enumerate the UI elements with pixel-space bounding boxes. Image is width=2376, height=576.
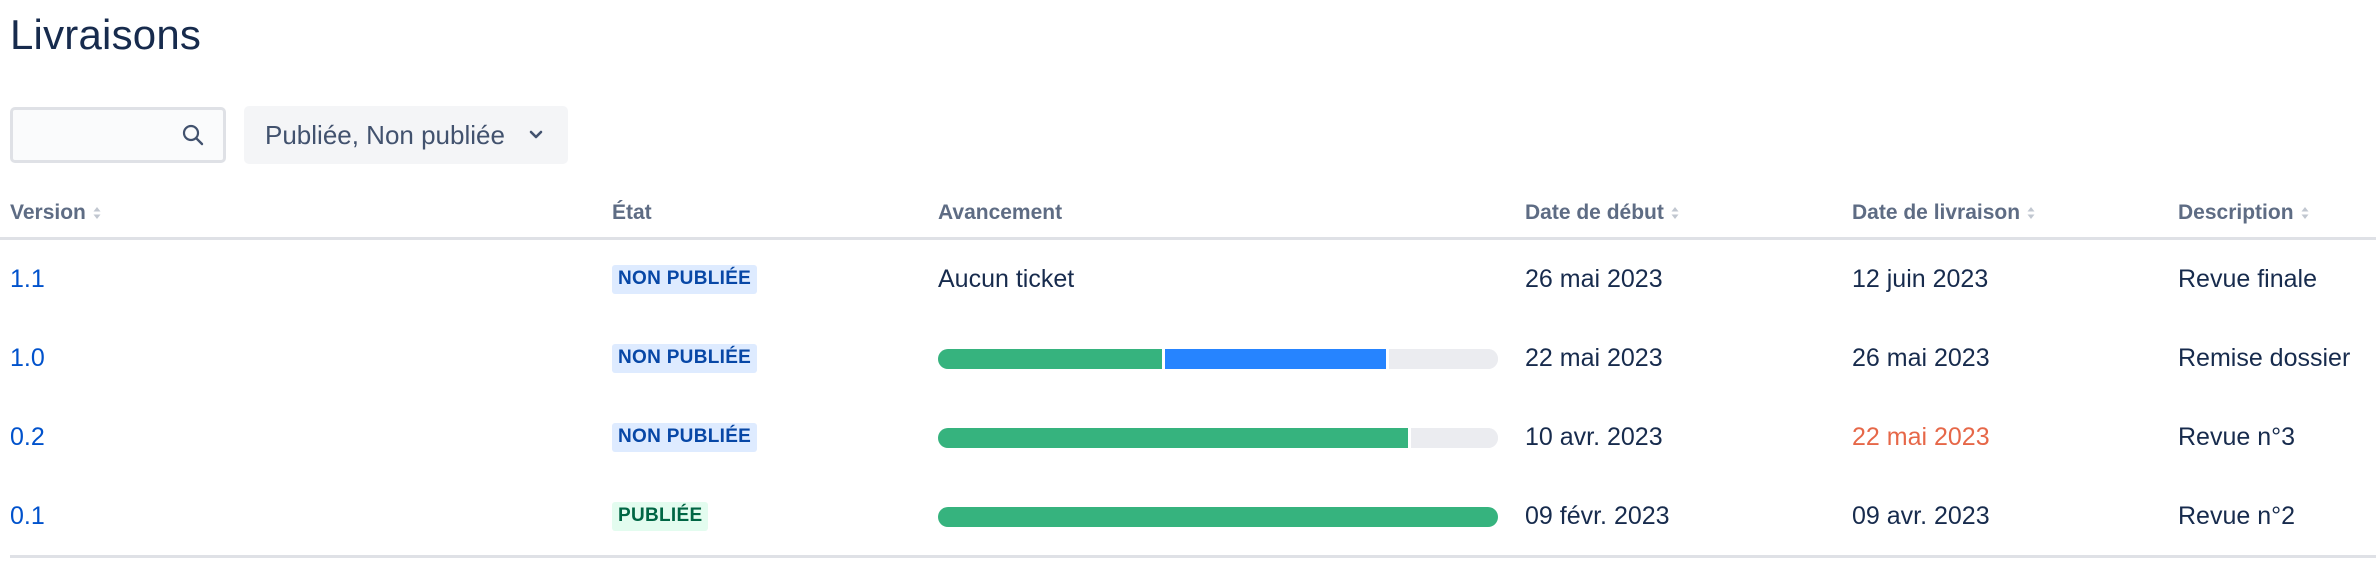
sort-icon: [2027, 207, 2035, 219]
start-date: 09 févr. 2023: [1525, 502, 1670, 530]
column-header-release-date[interactable]: Date de livraison: [1852, 198, 2036, 228]
column-header-version-label: Version: [10, 201, 86, 224]
start-date: 26 mai 2023: [1525, 265, 1663, 293]
table-row: 1.0 NON PUBLIÉE 22 mai 2023 26 mai 2023 …: [0, 319, 2376, 398]
progress-todo-segment: [1386, 348, 1498, 369]
progress-bar[interactable]: [938, 506, 1498, 527]
start-date: 22 mai 2023: [1525, 344, 1663, 372]
sort-icon: [1671, 207, 1679, 219]
release-date-overdue: 22 mai 2023: [1852, 423, 1990, 451]
sort-icon: [93, 207, 101, 219]
status-badge: NON PUBLIÉE: [612, 344, 758, 373]
description: Revue n°2: [2178, 502, 2296, 530]
sort-icon: [2301, 207, 2309, 219]
progress-bar[interactable]: [938, 348, 1498, 369]
table-row: 1.1 NON PUBLIÉE Aucun ticket 26 mai 2023…: [0, 240, 2376, 319]
table-header: Version État Avancement Date de début Da…: [0, 198, 2376, 240]
chevron-down-icon: [529, 130, 543, 139]
description: Revue finale: [2178, 265, 2317, 293]
column-header-start-date[interactable]: Date de début: [1525, 198, 1680, 228]
status-filter-dropdown[interactable]: Publiée, Non publiée: [244, 106, 568, 164]
column-header-state-label: État: [612, 201, 652, 224]
progress-done-segment: [938, 348, 1162, 369]
column-header-version[interactable]: Version: [10, 198, 102, 228]
description: Revue n°3: [2178, 423, 2296, 451]
page-title: Livraisons: [10, 11, 202, 58]
progress-in-progress-segment: [1162, 348, 1386, 369]
table-row: 0.2 NON PUBLIÉE 10 avr. 2023 22 mai 2023…: [0, 398, 2376, 477]
release-date: 26 mai 2023: [1852, 344, 1990, 372]
column-header-start-date-label: Date de début: [1525, 201, 1664, 224]
status-filter-label: Publiée, Non publiée: [265, 119, 505, 150]
start-date: 10 avr. 2023: [1525, 423, 1663, 451]
search-field[interactable]: [10, 107, 226, 163]
status-badge: NON PUBLIÉE: [612, 423, 758, 452]
column-header-state: État: [612, 198, 652, 228]
column-header-progress: Avancement: [938, 198, 1062, 228]
progress-bar[interactable]: [938, 427, 1498, 448]
status-badge: PUBLIÉE: [612, 502, 709, 531]
progress-todo-segment: [1408, 427, 1498, 448]
version-link[interactable]: 1.0: [10, 344, 45, 373]
search-input[interactable]: [13, 110, 163, 160]
column-header-description[interactable]: Description: [2178, 198, 2310, 228]
release-date: 09 avr. 2023: [1852, 502, 1990, 530]
release-date: 12 juin 2023: [1852, 265, 1989, 293]
description: Remise dossier: [2178, 344, 2351, 372]
column-header-progress-label: Avancement: [938, 201, 1063, 224]
progress-done-segment: [938, 506, 1498, 527]
progress-text: Aucun ticket: [938, 265, 1075, 293]
version-link[interactable]: 1.1: [10, 265, 45, 294]
status-badge: NON PUBLIÉE: [612, 265, 758, 294]
progress-done-segment: [938, 427, 1409, 448]
version-link[interactable]: 0.1: [10, 502, 45, 531]
column-header-description-label: Description: [2178, 201, 2294, 224]
version-link[interactable]: 0.2: [10, 423, 45, 452]
search-icon[interactable]: [181, 123, 205, 147]
table-row: 0.1 PUBLIÉE 09 févr. 2023 09 avr. 2023 R…: [0, 477, 2376, 556]
table-bottom-divider: [10, 555, 2376, 558]
column-header-release-date-label: Date de livraison: [1852, 201, 2021, 224]
